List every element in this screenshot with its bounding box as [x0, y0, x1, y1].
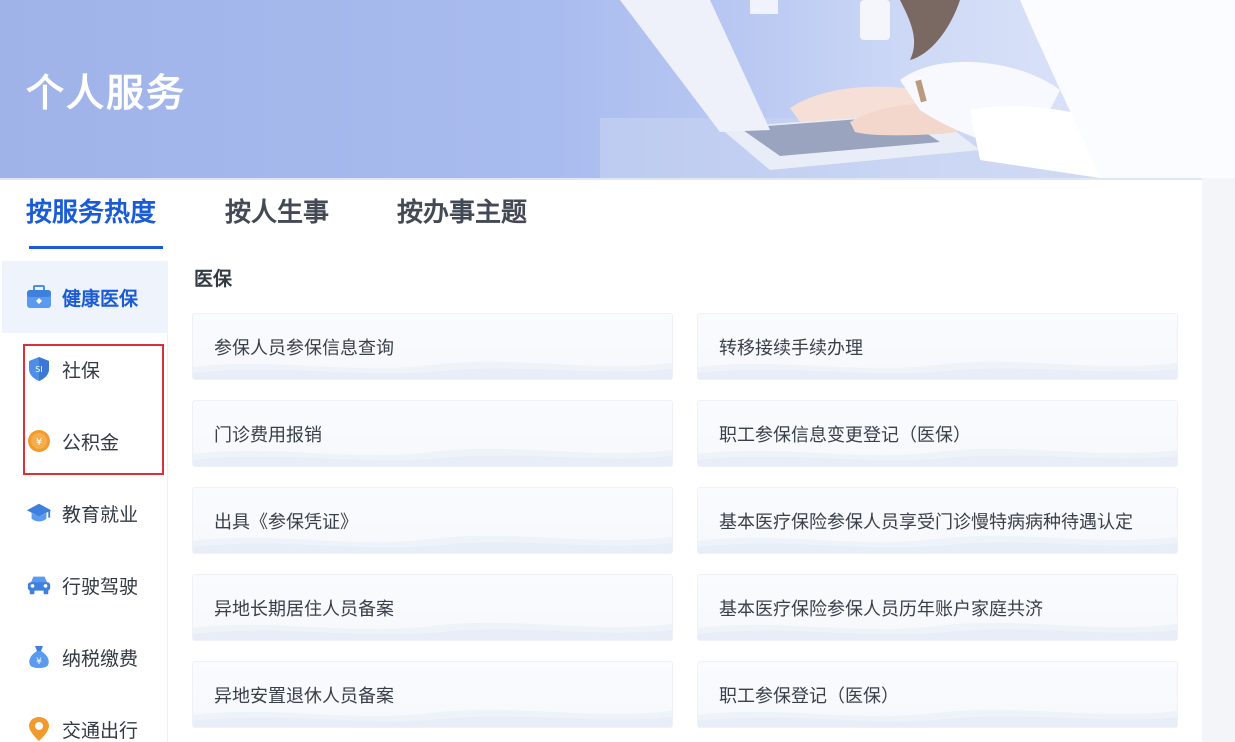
sidebar-item-label: 教育就业	[62, 503, 139, 526]
service-item-label: 基本医疗保险参保人员享受门诊慢特病病种待遇认定	[719, 511, 1133, 533]
page-title: 个人服务	[26, 71, 187, 115]
svg-text:¥: ¥	[36, 657, 42, 667]
service-item[interactable]: 异地长期居住人员备案	[192, 574, 673, 641]
banner-illustration	[600, 0, 1235, 178]
sidebar-item-label: 交通出行	[62, 719, 139, 742]
graduation-cap-icon	[26, 500, 52, 526]
tab-by-life-event[interactable]: 按人生事	[225, 192, 329, 229]
sidebar-item-tax-payment[interactable]: ¥ 纳税缴费	[2, 621, 168, 693]
sidebar-item-transportation[interactable]: 交通出行	[2, 693, 168, 742]
service-item-label: 参保人员参保信息查询	[214, 337, 394, 359]
page: 个人服务 按服务热度 按人生事 按办事主题 健康医保 SI 社保 ¥ 公积金 教…	[0, 0, 1235, 742]
category-sidebar: 健康医保 SI 社保 ¥ 公积金 教育就业 行驶驾驶 ¥ 纳税缴费 交通出行	[2, 261, 168, 742]
hero-banner: 个人服务	[0, 0, 1235, 178]
sidebar-item-driving[interactable]: 行驶驾驶	[2, 549, 168, 621]
medical-kit-icon	[26, 284, 52, 310]
service-item-label: 职工参保信息变更登记（医保）	[719, 424, 971, 446]
service-item-label: 转移接续手续办理	[719, 337, 863, 359]
service-item-label: 异地长期居住人员备案	[214, 598, 394, 620]
car-icon	[26, 572, 52, 598]
tab-by-popularity[interactable]: 按服务热度	[26, 192, 156, 229]
tab-by-topic[interactable]: 按办事主题	[397, 192, 527, 229]
traffic-icon	[26, 716, 52, 742]
service-item-label: 基本医疗保险参保人员历年账户家庭共济	[719, 598, 1043, 620]
service-item-label: 职工参保登记（医保）	[719, 685, 899, 707]
service-item[interactable]: 参保人员参保信息查询	[192, 313, 673, 380]
service-item[interactable]: 基本医疗保险参保人员历年账户家庭共济	[697, 574, 1178, 641]
money-bag-icon: ¥	[26, 644, 52, 670]
page-gutter	[1202, 178, 1235, 742]
service-item-label: 出具《参保凭证》	[214, 511, 358, 533]
selection-highlight-box	[23, 344, 164, 475]
service-item-label: 异地安置退休人员备案	[214, 685, 394, 707]
sidebar-item-education-employment[interactable]: 教育就业	[2, 477, 168, 549]
service-item[interactable]: 职工参保登记（医保）	[697, 661, 1178, 728]
service-item-label: 门诊费用报销	[214, 424, 322, 446]
service-item[interactable]: 异地安置退休人员备案	[192, 661, 673, 728]
divider	[0, 178, 1235, 180]
service-item[interactable]: 职工参保信息变更登记（医保）	[697, 400, 1178, 467]
sidebar-item-label: 健康医保	[62, 287, 139, 310]
service-item[interactable]: 转移接续手续办理	[697, 313, 1178, 380]
service-item[interactable]: 基本医疗保险参保人员享受门诊慢特病病种待遇认定	[697, 487, 1178, 554]
sidebar-item-health-insurance[interactable]: 健康医保	[2, 261, 168, 333]
service-item[interactable]: 门诊费用报销	[192, 400, 673, 467]
active-tab-indicator	[29, 246, 163, 249]
section-title: 医保	[194, 268, 233, 290]
service-item[interactable]: 出具《参保凭证》	[192, 487, 673, 554]
sidebar-item-label: 纳税缴费	[62, 647, 139, 670]
sidebar-item-label: 行驶驾驶	[62, 575, 139, 598]
